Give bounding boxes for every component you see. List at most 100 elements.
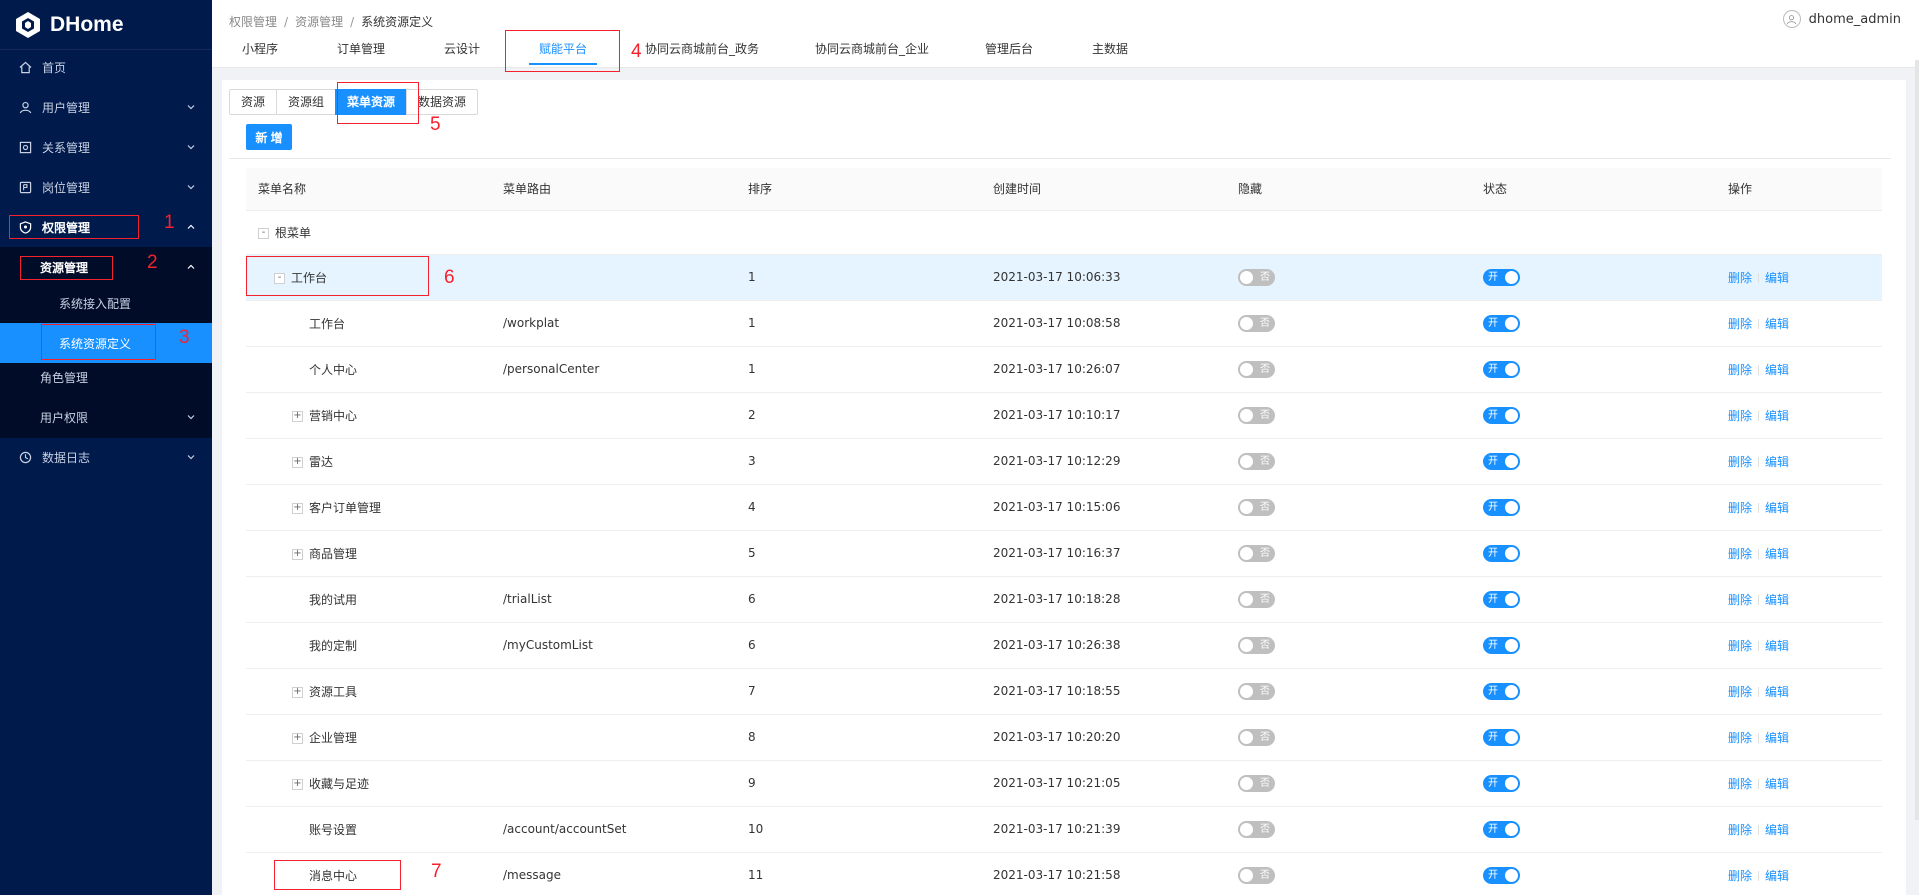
edit-link[interactable]: 编辑 bbox=[1765, 547, 1789, 561]
hidden-toggle[interactable]: 否 bbox=[1238, 820, 1275, 838]
delete-link[interactable]: 删除 bbox=[1728, 731, 1752, 745]
edit-link[interactable]: 编辑 bbox=[1765, 731, 1789, 745]
hidden-toggle[interactable]: 否 bbox=[1238, 360, 1275, 378]
sidebar-item-relation-management[interactable]: 关系管理 bbox=[0, 127, 212, 167]
edit-link[interactable]: 编辑 bbox=[1765, 823, 1789, 837]
sidebar-item-data-log[interactable]: 数据日志 bbox=[0, 437, 212, 477]
tab-mall-frontend-enterprise[interactable]: 协同云商城前台_企业 bbox=[815, 36, 929, 67]
sidebar-item-role-management[interactable]: 角色管理 bbox=[0, 357, 212, 397]
status-toggle[interactable]: 开 bbox=[1483, 314, 1520, 332]
sidebar-item-user-management[interactable]: 用户管理 bbox=[0, 87, 212, 127]
sidebar-item-user-permission[interactable]: 用户权限 bbox=[0, 397, 212, 437]
breadcrumb-item[interactable]: 资源管理 bbox=[295, 15, 343, 29]
status-toggle[interactable]: 开 bbox=[1483, 452, 1520, 470]
status-toggle[interactable]: 开 bbox=[1483, 866, 1520, 884]
edit-link[interactable]: 编辑 bbox=[1765, 685, 1789, 699]
tab-mini-program[interactable]: 小程序 bbox=[242, 36, 278, 67]
cell-created: 2021-03-17 10:21:05 bbox=[981, 760, 1226, 807]
status-toggle[interactable]: 开 bbox=[1483, 820, 1520, 838]
delete-link[interactable]: 删除 bbox=[1728, 547, 1752, 561]
status-toggle[interactable]: 开 bbox=[1483, 636, 1520, 654]
hidden-toggle[interactable]: 否 bbox=[1238, 498, 1275, 516]
delete-link[interactable]: 删除 bbox=[1728, 869, 1752, 883]
delete-link[interactable]: 删除 bbox=[1728, 271, 1752, 285]
user-menu[interactable]: dhome_admin bbox=[1782, 10, 1901, 28]
cell-actions: 删除 编辑 bbox=[1716, 530, 1882, 577]
hidden-toggle[interactable]: 否 bbox=[1238, 544, 1275, 562]
delete-link[interactable]: 删除 bbox=[1728, 501, 1752, 515]
expand-toggle[interactable]: + bbox=[292, 502, 303, 514]
action-separator bbox=[1758, 641, 1760, 651]
hidden-toggle[interactable]: 否 bbox=[1238, 590, 1275, 608]
subtab-resource[interactable]: 资源 bbox=[229, 89, 278, 115]
home-icon bbox=[18, 60, 32, 74]
status-toggle[interactable]: 开 bbox=[1483, 728, 1520, 746]
sidebar-item-post-management[interactable]: 岗位管理 bbox=[0, 167, 212, 207]
hidden-toggle[interactable]: 否 bbox=[1238, 866, 1275, 884]
edit-link[interactable]: 编辑 bbox=[1765, 501, 1789, 515]
delete-link[interactable]: 删除 bbox=[1728, 455, 1752, 469]
expand-toggle[interactable]: + bbox=[292, 410, 303, 422]
delete-link[interactable]: 删除 bbox=[1728, 639, 1752, 653]
tab-admin-backend[interactable]: 管理后台 bbox=[985, 36, 1033, 67]
tab-mall-frontend-gov[interactable]: 协同云商城前台_政务 bbox=[645, 36, 759, 67]
hidden-toggle[interactable]: 否 bbox=[1238, 452, 1275, 470]
add-button[interactable]: 新 增 bbox=[246, 124, 292, 150]
edit-link[interactable]: 编辑 bbox=[1765, 869, 1789, 883]
delete-link[interactable]: 删除 bbox=[1728, 409, 1752, 423]
expand-toggle[interactable]: + bbox=[292, 456, 303, 468]
status-toggle[interactable]: 开 bbox=[1483, 498, 1520, 516]
status-toggle[interactable]: 开 bbox=[1483, 268, 1520, 286]
edit-link[interactable]: 编辑 bbox=[1765, 639, 1789, 653]
hidden-toggle[interactable]: 否 bbox=[1238, 636, 1275, 654]
hidden-toggle[interactable]: 否 bbox=[1238, 728, 1275, 746]
switch-knob bbox=[1240, 316, 1253, 330]
edit-link[interactable]: 编辑 bbox=[1765, 593, 1789, 607]
hidden-toggle[interactable]: 否 bbox=[1238, 682, 1275, 700]
status-toggle[interactable]: 开 bbox=[1483, 544, 1520, 562]
delete-link[interactable]: 删除 bbox=[1728, 685, 1752, 699]
status-toggle[interactable]: 开 bbox=[1483, 360, 1520, 378]
sidebar-item-system-access-config[interactable]: 系统接入配置 bbox=[0, 283, 212, 323]
cell-actions: 删除 编辑 bbox=[1716, 760, 1882, 807]
delete-link[interactable]: 删除 bbox=[1728, 317, 1752, 331]
hidden-toggle[interactable]: 否 bbox=[1238, 314, 1275, 332]
app-logo[interactable]: DHome bbox=[0, 0, 212, 50]
expand-toggle[interactable]: + bbox=[292, 686, 303, 698]
hidden-toggle[interactable]: 否 bbox=[1238, 774, 1275, 792]
cell-actions: 删除 编辑 bbox=[1716, 806, 1882, 853]
delete-link[interactable]: 删除 bbox=[1728, 777, 1752, 791]
table-row: 工作台/workplat 1 2021-03-17 10:08:58 否 开 删除 编辑 bbox=[246, 300, 1882, 347]
tab-order-management[interactable]: 订单管理 bbox=[337, 36, 385, 67]
sidebar-item-home[interactable]: 首页 bbox=[0, 47, 212, 87]
status-toggle[interactable]: 开 bbox=[1483, 590, 1520, 608]
expand-toggle[interactable]: + bbox=[292, 548, 303, 560]
switch-text: 开 bbox=[1488, 363, 1498, 375]
delete-link[interactable]: 删除 bbox=[1728, 593, 1752, 607]
delete-link[interactable]: 删除 bbox=[1728, 823, 1752, 837]
cell-status: 开 bbox=[1471, 300, 1716, 347]
edit-link[interactable]: 编辑 bbox=[1765, 455, 1789, 469]
edit-link[interactable]: 编辑 bbox=[1765, 363, 1789, 377]
edit-link[interactable]: 编辑 bbox=[1765, 777, 1789, 791]
tab-master-data[interactable]: 主数据 bbox=[1092, 36, 1128, 67]
status-toggle[interactable]: 开 bbox=[1483, 406, 1520, 424]
delete-link[interactable]: 删除 bbox=[1728, 363, 1752, 377]
expand-toggle[interactable]: + bbox=[292, 732, 303, 744]
annotation-box-2 bbox=[20, 256, 113, 280]
expand-toggle[interactable]: + bbox=[292, 778, 303, 790]
edit-link[interactable]: 编辑 bbox=[1765, 409, 1789, 423]
status-toggle[interactable]: 开 bbox=[1483, 682, 1520, 700]
subtab-resource-group[interactable]: 资源组 bbox=[276, 89, 337, 115]
hidden-toggle[interactable]: 否 bbox=[1238, 406, 1275, 424]
breadcrumb-item[interactable]: 权限管理 bbox=[229, 15, 277, 29]
hidden-toggle[interactable]: 否 bbox=[1238, 268, 1275, 286]
edit-link[interactable]: 编辑 bbox=[1765, 317, 1789, 331]
cell-order: 6 bbox=[736, 622, 981, 669]
collapse-toggle[interactable]: - bbox=[258, 227, 269, 239]
edit-link[interactable]: 编辑 bbox=[1765, 271, 1789, 285]
status-toggle[interactable]: 开 bbox=[1483, 774, 1520, 792]
page-scrollbar[interactable] bbox=[1915, 60, 1919, 820]
annotation-number-3: 3 bbox=[179, 327, 190, 348]
tab-cloud-design[interactable]: 云设计 bbox=[444, 36, 480, 67]
